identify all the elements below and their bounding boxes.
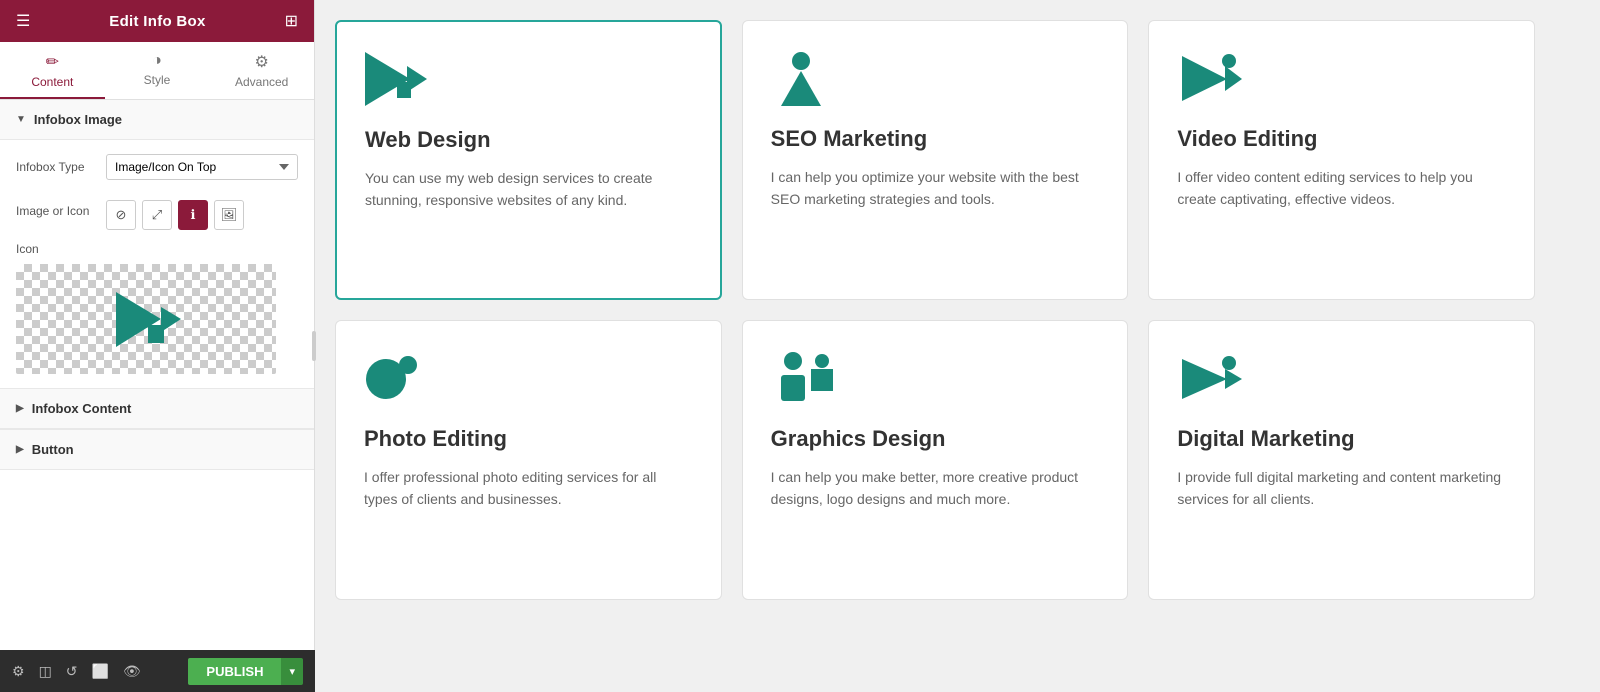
eye-icon[interactable]: 👁 bbox=[123, 663, 141, 680]
image-or-icon-control: ⊘ ⤢ ℹ 🖼 bbox=[106, 192, 298, 230]
graphics-design-title: Graphics Design bbox=[771, 426, 1100, 452]
card-seo-marketing: SEO Marketing I can help you optimize yo… bbox=[742, 20, 1129, 300]
photo-editing-title: Photo Editing bbox=[364, 426, 693, 452]
publish-group: PUBLISH ▾ bbox=[188, 658, 303, 685]
resize-handle[interactable] bbox=[306, 0, 322, 692]
settings-icon[interactable]: ⚙ bbox=[12, 663, 25, 680]
publish-button[interactable]: PUBLISH bbox=[188, 658, 281, 685]
style-tab-icon: ◑ bbox=[152, 52, 162, 70]
toolbar-icons-left: ⚙ ◫ ↺ ⬜ 👁 bbox=[12, 663, 141, 680]
button-section-label: Button bbox=[32, 442, 74, 457]
video-editing-title: Video Editing bbox=[1177, 126, 1506, 152]
panel-header: ☰ Edit Info Box ⊞ bbox=[0, 0, 314, 42]
infobox-content-header[interactable]: ▶ Infobox Content bbox=[0, 389, 314, 429]
icon-type-info[interactable]: ℹ bbox=[178, 200, 208, 230]
panel-body: ▼ Infobox Image Infobox Type Image/Icon … bbox=[0, 100, 314, 692]
infobox-type-row: Infobox Type Image/Icon On Top Image/Ico… bbox=[16, 154, 298, 180]
panel-title: Edit Info Box bbox=[109, 13, 205, 30]
publish-dropdown-button[interactable]: ▾ bbox=[281, 658, 303, 685]
video-editing-icon bbox=[1177, 51, 1506, 106]
cards-grid: Web Design You can use my web design ser… bbox=[335, 20, 1535, 600]
card-web-design: Web Design You can use my web design ser… bbox=[335, 20, 722, 300]
advanced-tab-icon: ⚙ bbox=[255, 52, 269, 72]
icon-preview[interactable] bbox=[16, 264, 276, 374]
infobox-type-select[interactable]: Image/Icon On Top Image/Icon On Left Ima… bbox=[106, 154, 298, 180]
seo-marketing-title: SEO Marketing bbox=[771, 126, 1100, 152]
bottom-toolbar: ⚙ ◫ ↺ ⬜ 👁 PUBLISH ▾ bbox=[0, 650, 315, 692]
content-section-arrow: ▶ bbox=[16, 403, 24, 414]
infobox-content-section: ▶ Infobox Content bbox=[0, 388, 314, 429]
image-or-icon-label: Image or Icon bbox=[16, 204, 106, 218]
digital-marketing-desc: I provide full digital marketing and con… bbox=[1177, 466, 1506, 511]
video-editing-desc: I offer video content editing services t… bbox=[1177, 166, 1506, 211]
card-photo-editing: Photo Editing I offer professional photo… bbox=[335, 320, 722, 600]
icon-type-image[interactable]: 🖼 bbox=[214, 200, 244, 230]
content-tab-label: Content bbox=[31, 75, 73, 89]
web-design-desc: You can use my web design services to cr… bbox=[365, 167, 692, 212]
infobox-image-label: Infobox Image bbox=[34, 112, 122, 127]
image-or-icon-row: Image or Icon ⊘ ⤢ ℹ 🖼 bbox=[16, 192, 298, 230]
button-section: ▶ Button bbox=[0, 429, 314, 470]
left-panel: ☰ Edit Info Box ⊞ ✏ Content ◑ Style ⚙ Ad… bbox=[0, 0, 315, 692]
history-icon[interactable]: ↺ bbox=[66, 663, 78, 680]
tab-advanced[interactable]: ⚙ Advanced bbox=[209, 42, 314, 99]
digital-marketing-title: Digital Marketing bbox=[1177, 426, 1506, 452]
web-design-title: Web Design bbox=[365, 127, 692, 153]
button-section-header[interactable]: ▶ Button bbox=[0, 430, 314, 470]
panel-tabs: ✏ Content ◑ Style ⚙ Advanced bbox=[0, 42, 314, 100]
responsive-icon[interactable]: ⬜ bbox=[92, 663, 109, 680]
content-tab-icon: ✏ bbox=[46, 52, 59, 72]
card-graphics-design: Graphics Design I can help you make bett… bbox=[742, 320, 1129, 600]
digital-marketing-icon bbox=[1177, 351, 1506, 406]
graphics-design-desc: I can help you make better, more creativ… bbox=[771, 466, 1100, 511]
style-tab-label: Style bbox=[144, 73, 171, 87]
menu-icon[interactable]: ☰ bbox=[16, 11, 30, 31]
grid-icon[interactable]: ⊞ bbox=[285, 11, 298, 31]
infobox-content-label: Infobox Content bbox=[32, 401, 132, 416]
photo-editing-icon bbox=[364, 351, 693, 406]
card-digital-marketing: Digital Marketing I provide full digital… bbox=[1148, 320, 1535, 600]
infobox-image-section-header[interactable]: ▼ Infobox Image bbox=[0, 100, 314, 140]
section-collapse-arrow: ▼ bbox=[16, 114, 26, 125]
graphics-design-icon bbox=[771, 351, 1100, 406]
resize-handle-bar bbox=[312, 331, 316, 361]
infobox-type-label: Infobox Type bbox=[16, 160, 106, 174]
photo-editing-desc: I offer professional photo editing servi… bbox=[364, 466, 693, 511]
main-content: Web Design You can use my web design ser… bbox=[315, 0, 1600, 692]
icon-preview-svg bbox=[106, 287, 186, 352]
tab-style[interactable]: ◑ Style bbox=[105, 42, 210, 99]
seo-marketing-desc: I can help you optimize your website wit… bbox=[771, 166, 1100, 211]
icon-type-ban[interactable]: ⊘ bbox=[106, 200, 136, 230]
button-section-arrow: ▶ bbox=[16, 444, 24, 455]
icon-type-buttons: ⊘ ⤢ ℹ 🖼 bbox=[106, 200, 298, 230]
infobox-image-content: Infobox Type Image/Icon On Top Image/Ico… bbox=[0, 140, 314, 388]
advanced-tab-label: Advanced bbox=[235, 75, 288, 89]
seo-marketing-icon bbox=[771, 51, 1100, 106]
tab-content[interactable]: ✏ Content bbox=[0, 42, 105, 99]
icon-type-resize[interactable]: ⤢ bbox=[142, 200, 172, 230]
icon-section-label: Icon bbox=[16, 242, 298, 256]
card-video-editing: Video Editing I offer video content edit… bbox=[1148, 20, 1535, 300]
web-design-icon bbox=[365, 52, 692, 107]
infobox-type-control: Image/Icon On Top Image/Icon On Left Ima… bbox=[106, 154, 298, 180]
layers-icon[interactable]: ◫ bbox=[39, 663, 52, 680]
